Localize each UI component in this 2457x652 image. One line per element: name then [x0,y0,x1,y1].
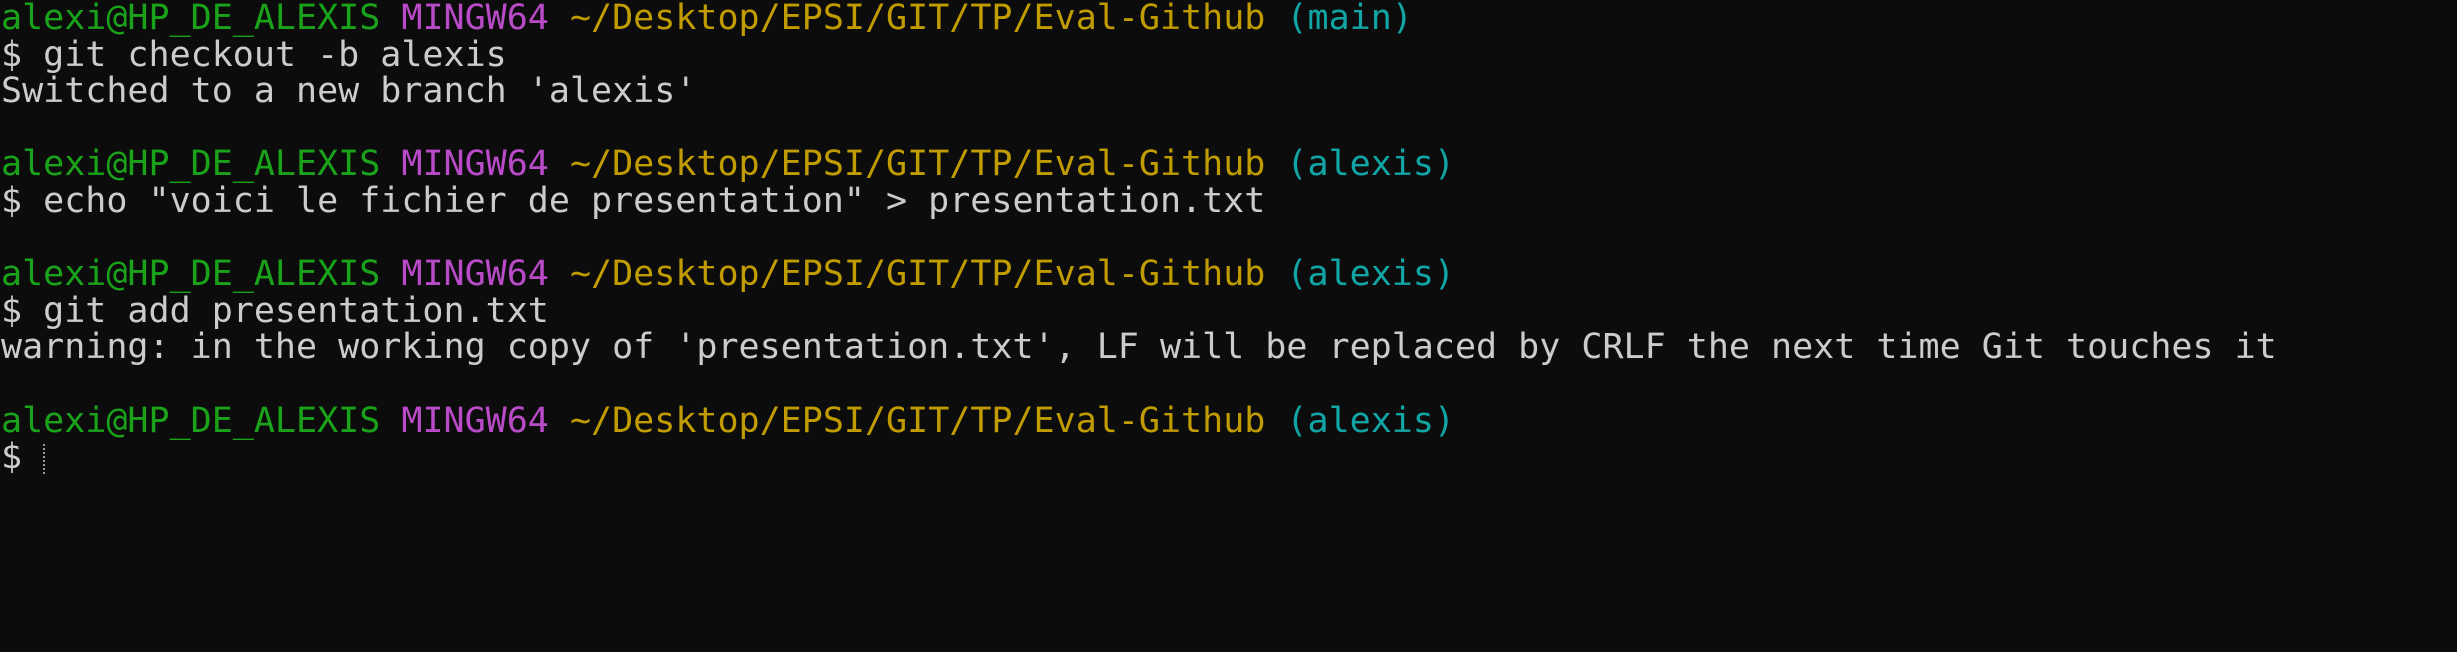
command-line: $ echo "voici le fichier de presentation… [1,180,1266,221]
prompt-line: alexi@HP_DE_ALEXIS MINGW64 ~/Desktop/EPS… [1,146,2457,183]
prompt-path: ~/Desktop/EPSI/GIT/TP/Eval-Github [569,400,1266,441]
prompt-line: alexi@HP_DE_ALEXIS MINGW64 ~/Desktop/EPS… [1,256,2457,293]
prompt-user-host: alexi@HP_DE_ALEXIS [1,400,381,441]
command-output: Switched to a new branch 'alexis' [1,71,697,112]
command-line: $ git checkout -b alexis [1,34,507,75]
prompt-system: MINGW64 [401,0,549,38]
prompt-branch: (alexis) [1286,144,1455,185]
prompt-path: ~/Desktop/EPSI/GIT/TP/Eval-Github [569,254,1266,295]
prompt-user-host: alexi@HP_DE_ALEXIS [1,254,381,295]
prompt-branch: (main) [1286,0,1413,38]
prompt-path: ~/Desktop/EPSI/GIT/TP/Eval-Github [569,0,1266,38]
prompt-line: alexi@HP_DE_ALEXIS MINGW64 ~/Desktop/EPS… [1,400,2457,441]
command-line: $ git add presentation.txt [1,290,549,331]
command-output: warning: in the working copy of 'present… [1,327,2277,368]
prompt-user-host: alexi@HP_DE_ALEXIS [1,144,381,185]
prompt-symbol: $ [1,437,44,478]
prompt-system: MINGW64 [401,400,549,441]
terminal-window[interactable]: alexi@HP_DE_ALEXIS MINGW64 ~/Desktop/EPS… [0,0,2457,476]
text-cursor [43,444,46,475]
prompt-system: MINGW64 [401,254,549,295]
prompt-system: MINGW64 [401,144,549,185]
prompt-user-host: alexi@HP_DE_ALEXIS [1,0,381,38]
input-line[interactable]: $ [1,439,2457,476]
prompt-branch: (alexis) [1286,400,1455,441]
prompt-path: ~/Desktop/EPSI/GIT/TP/Eval-Github [569,144,1266,185]
prompt-line: alexi@HP_DE_ALEXIS MINGW64 ~/Desktop/EPS… [1,0,2457,37]
prompt-branch: (alexis) [1286,254,1455,295]
